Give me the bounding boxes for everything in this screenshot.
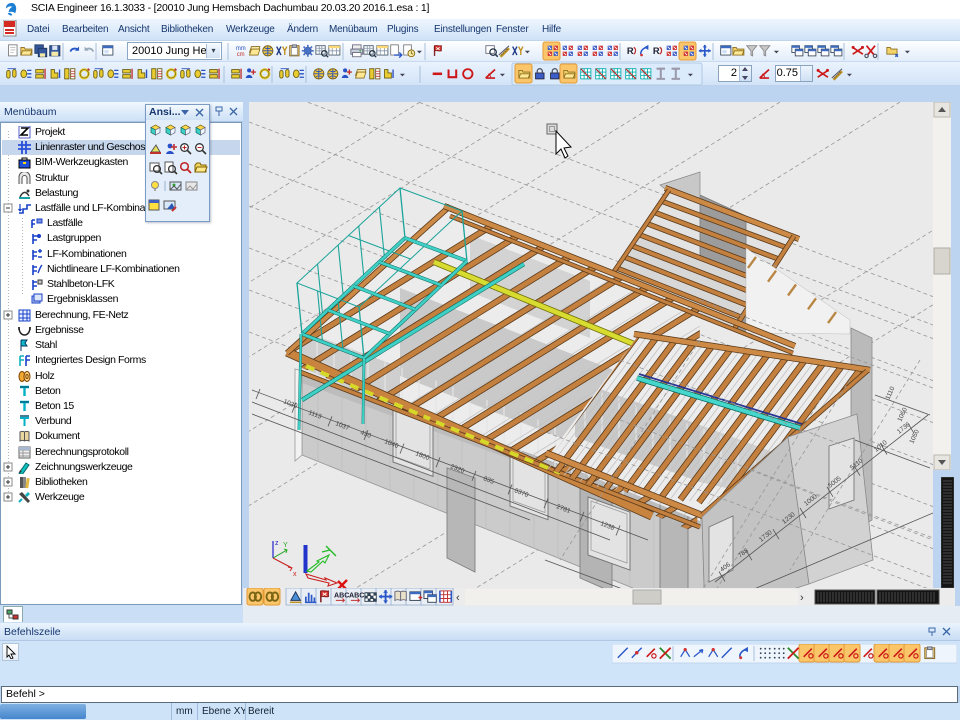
svg-text:‹: ‹ <box>456 592 460 604</box>
svg-text:x: x <box>293 571 297 578</box>
svg-text:z: z <box>275 540 279 547</box>
svg-text:Y: Y <box>283 542 288 549</box>
svg-text:›: › <box>800 592 804 604</box>
